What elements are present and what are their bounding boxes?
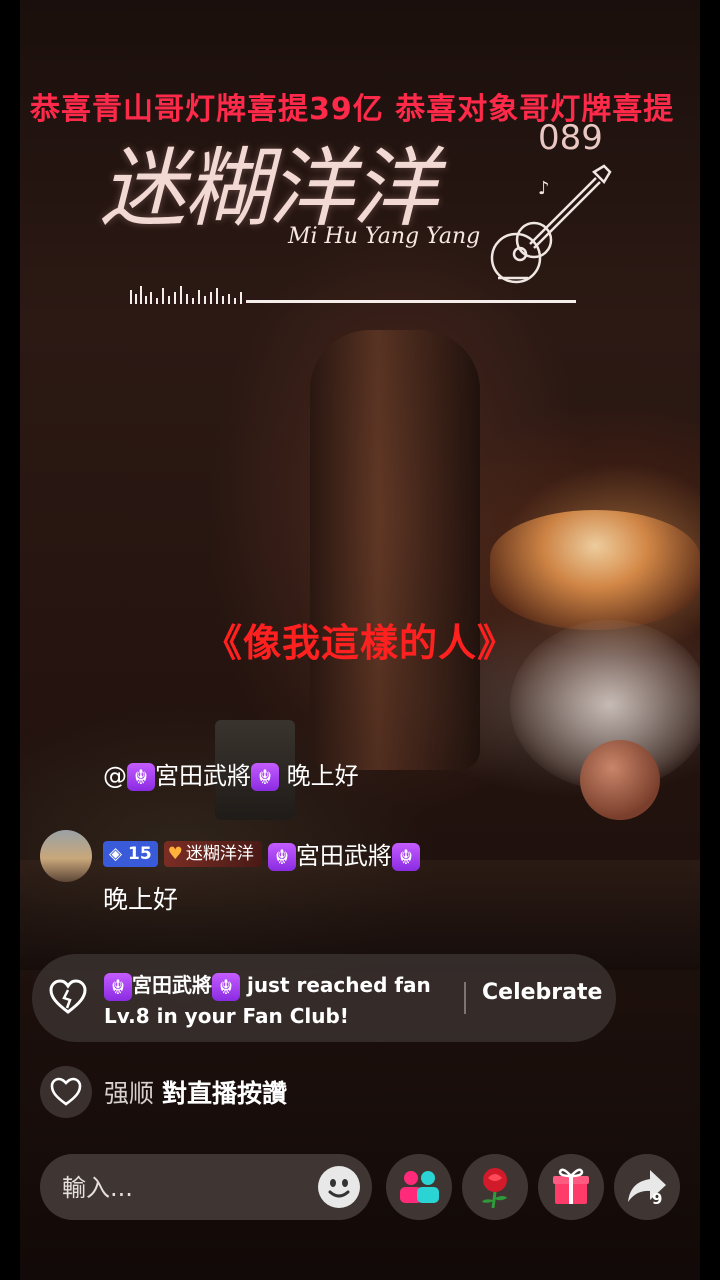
khanda-symbol-icon: ☬	[104, 972, 132, 1001]
fan-notice-user: 宮田武將	[132, 973, 212, 997]
rose-gift-icon	[482, 1168, 507, 1209]
guest-icon	[400, 1171, 439, 1203]
song-title: 《像我這樣的人》	[203, 621, 516, 665]
comment-text: 晚上好	[103, 885, 179, 914]
heart-icon	[40, 1066, 92, 1118]
celebrate-button[interactable]: Celebrate	[482, 980, 602, 1005]
comment-username: 宮田武將	[295, 842, 392, 870]
wax-seal-image	[580, 740, 660, 820]
comment-text: 晚上好	[286, 762, 359, 790]
svg-text:♪: ♪	[538, 178, 550, 199]
comment-input-bar[interactable]	[40, 1154, 372, 1220]
emoji-icon[interactable]	[318, 1166, 360, 1208]
khanda-symbol-icon: ☬	[267, 843, 296, 871]
comment-header: ◈ 15 ♥ 迷糊洋洋 ☬ 宮田武將 ☬	[103, 836, 420, 871]
mention-user[interactable]: 宮田武將	[155, 762, 251, 790]
like-event-text: 强顺 對直播按讚	[104, 1074, 287, 1110]
fan-notice-text: ☬ 宮田武將 ☬ just reached fan Lv.8 in your Fan…	[104, 970, 454, 1031]
stream-logo: 迷糊洋洋 089 Mi Hu Yang Yang ♪	[100, 118, 620, 318]
khanda-symbol-icon: ☬	[251, 763, 279, 791]
comment-mention: @ ☬ 宮田武將 ☬ 晚上好	[103, 756, 359, 791]
like-action: 對直播按讚	[162, 1079, 288, 1108]
avatar[interactable]	[40, 830, 92, 882]
gift-box-icon	[553, 1168, 589, 1204]
khanda-symbol-icon: ☬	[212, 972, 240, 1001]
logo-title-en: Mi Hu Yang Yang	[288, 224, 481, 249]
share-button[interactable]: 9	[614, 1154, 680, 1220]
divider	[464, 982, 466, 1014]
khanda-symbol-icon: ☬	[127, 763, 155, 791]
guest-button[interactable]	[386, 1154, 452, 1220]
fan-club-name: 迷糊洋洋	[185, 843, 254, 864]
heart-outline-icon	[49, 979, 87, 1014]
khanda-symbol-icon: ☬	[391, 843, 420, 871]
comment-input[interactable]	[60, 1164, 304, 1212]
fan-club-notice: ☬ 宮田武將 ☬ just reached fan Lv.8 in your Fan…	[32, 954, 616, 1042]
heart-icon: ♥	[167, 843, 183, 864]
level-badge[interactable]: ◈ 15	[103, 840, 158, 867]
comment-user[interactable]: ☬ 宮田武將 ☬	[267, 842, 420, 871]
level-value: 15	[128, 843, 152, 864]
guitar-icon: ♪	[490, 164, 612, 284]
logo-number: 089	[538, 118, 603, 158]
mention-prefix: @	[103, 762, 127, 790]
bottle-image	[310, 330, 480, 770]
like-user[interactable]: 强顺	[104, 1079, 154, 1108]
share-count: 9	[652, 1190, 663, 1208]
share-icon	[628, 1170, 666, 1202]
gift-button[interactable]	[538, 1154, 604, 1220]
fan-club-badge[interactable]: ♥ 迷糊洋洋	[163, 840, 262, 867]
diamond-icon: ◈	[109, 843, 123, 864]
rose-gift-button[interactable]	[462, 1154, 528, 1220]
audio-waveform-icon	[130, 286, 576, 304]
